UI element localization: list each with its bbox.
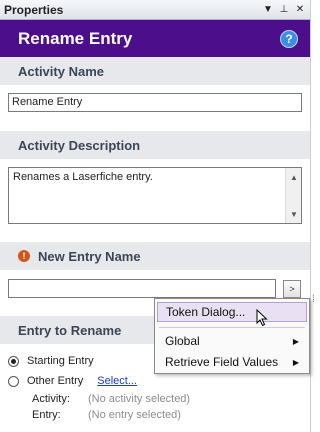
scroll-up-icon[interactable]: ▲ <box>286 169 302 185</box>
activity-detail-label: Activity: <box>32 393 70 405</box>
select-entry-link[interactable]: Select... <box>97 375 137 387</box>
submenu-arrow-icon: ▶ <box>292 357 299 367</box>
token-context-menu: Token Dialog... Global ▶ Retrieve Field … <box>154 298 310 374</box>
activity-title: Rename Entry <box>18 28 133 48</box>
section-entry-to-rename-label: Entry to Rename <box>18 322 122 338</box>
menu-item-token-dialog-label: Token Dialog... <box>166 305 246 319</box>
section-activity-name-label: Activity Name <box>18 63 104 79</box>
new-entry-name-input[interactable] <box>8 279 276 298</box>
starting-entry-radio-row[interactable]: Starting Entry <box>8 355 94 367</box>
help-icon[interactable]: ? <box>280 29 298 48</box>
activity-detail-value: (No activity selected) <box>88 393 191 405</box>
description-scrollbar[interactable]: ▲ ▼ <box>285 168 301 223</box>
activity-description-textarea[interactable]: Renames a Laserfiche entry. ▲ ▼ <box>8 167 302 224</box>
entry-detail-value: (No entry selected) <box>88 409 181 421</box>
menu-separator <box>159 327 305 328</box>
section-activity-name[interactable]: Activity Name <box>0 57 310 85</box>
starting-entry-label: Starting Entry <box>27 355 94 367</box>
window-title: Properties <box>4 2 64 17</box>
activity-detail-row: Activity: (No activity selected) <box>32 393 190 405</box>
menu-item-global[interactable]: Global ▶ <box>157 331 307 351</box>
activity-header: Rename Entry ? <box>0 20 310 57</box>
token-browse-button[interactable]: > <box>283 280 301 298</box>
menu-item-retrieve-field-values[interactable]: Retrieve Field Values ▶ <box>157 352 307 372</box>
mouse-cursor-icon <box>256 309 268 327</box>
menu-item-global-label: Global <box>165 334 200 348</box>
section-new-entry-name[interactable]: ! New Entry Name <box>0 242 310 270</box>
entry-detail-label: Entry: <box>32 409 61 421</box>
warning-icon: ! <box>18 250 30 262</box>
panel-splitter[interactable] <box>310 0 320 432</box>
pin-icon[interactable]: ⊥ <box>278 4 290 15</box>
menu-item-token-dialog[interactable]: Token Dialog... <box>157 302 307 322</box>
other-entry-label: Other Entry <box>27 375 84 387</box>
properties-titlebar: Properties ▼ ⊥ ✕ <box>0 0 310 20</box>
section-activity-description[interactable]: Activity Description <box>0 131 310 159</box>
section-new-entry-name-label: New Entry Name <box>38 248 141 264</box>
dropdown-icon[interactable]: ▼ <box>262 4 274 15</box>
entry-detail-row: Entry: (No entry selected) <box>32 409 181 421</box>
scroll-down-icon[interactable]: ▼ <box>286 206 302 222</box>
splitter-grip-icon[interactable]: ⁞ <box>312 294 318 306</box>
activity-description-text: Renames a Laserfiche entry. <box>13 171 153 183</box>
other-entry-radio[interactable] <box>8 375 19 387</box>
other-entry-radio-row[interactable]: Other Entry Select... <box>8 375 137 387</box>
close-icon[interactable]: ✕ <box>294 4 306 15</box>
submenu-arrow-icon: ▶ <box>292 336 299 346</box>
section-activity-description-label: Activity Description <box>18 137 141 153</box>
activity-name-input[interactable]: Rename Entry <box>8 93 302 112</box>
menu-item-retrieve-field-values-label: Retrieve Field Values <box>165 355 279 369</box>
starting-entry-radio[interactable] <box>8 355 19 367</box>
